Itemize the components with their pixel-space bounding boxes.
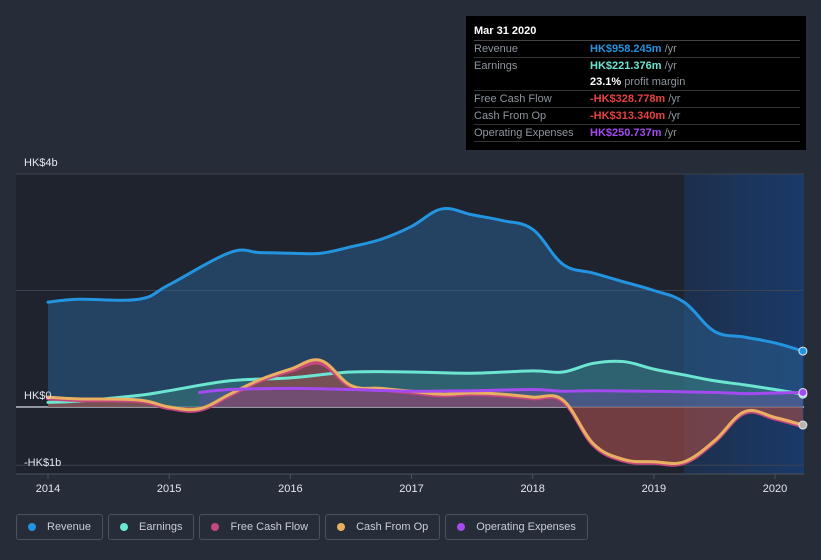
tooltip-row: Free Cash Flow -HK$328.778m/yr xyxy=(474,91,800,108)
tooltip-value: -HK$313.340m xyxy=(590,110,666,122)
y-tick-label: HK$0 xyxy=(24,390,52,402)
legend-item-operating-expenses[interactable]: Operating Expenses xyxy=(445,514,588,540)
x-tick-label: 2015 xyxy=(157,483,181,495)
x-tick-label: 2019 xyxy=(642,483,666,495)
legend-dot-icon xyxy=(211,523,220,531)
legend-item-revenue[interactable]: Revenue xyxy=(16,514,104,540)
tooltip-label: Operating Expenses xyxy=(474,127,574,139)
tooltip-label: Revenue xyxy=(474,43,519,55)
tooltip-row: Earnings HK$221.376m/yr xyxy=(474,58,800,74)
revenue-end-marker xyxy=(798,346,808,356)
tooltip-label: Earnings xyxy=(474,60,518,72)
y-tick-label: -HK$1b xyxy=(24,457,61,469)
tooltip-unit: /yr xyxy=(668,93,681,105)
legend-dot-icon xyxy=(28,523,36,531)
legend-label: Free Cash Flow xyxy=(230,521,309,533)
tooltip-unit: /yr xyxy=(664,127,677,139)
tooltip-value: HK$958.245m xyxy=(590,43,662,55)
legend-dot-icon xyxy=(337,523,346,531)
legend-item-cash-from-op[interactable]: Cash From Op xyxy=(325,514,441,540)
tooltip-label: Cash From Op xyxy=(474,110,547,122)
x-tick-label: 2014 xyxy=(36,483,60,495)
tooltip-row: Revenue HK$958.245m/yr xyxy=(474,41,800,58)
tooltip-unit: /yr xyxy=(668,110,681,122)
tooltip-value: HK$250.737m xyxy=(590,127,662,139)
tooltip-value: HK$221.376m xyxy=(590,60,662,72)
operating-expenses-end-marker xyxy=(798,387,808,397)
tooltip-panel: Mar 31 2020 Revenue HK$958.245m/yr Earning… xyxy=(466,16,806,150)
x-tick-label: 2020 xyxy=(763,483,787,495)
tooltip-value: -HK$328.778m xyxy=(590,93,666,105)
tooltip-row: Operating Expenses HK$250.737m/yr xyxy=(474,125,800,142)
legend-dot-icon xyxy=(120,523,129,531)
legend-item-free-cash-flow[interactable]: Free Cash Flow xyxy=(199,514,321,540)
x-tick-label: 2016 xyxy=(278,483,302,495)
tooltip-unit: /yr xyxy=(664,43,677,55)
tooltip-value: 23.1% xyxy=(590,76,622,88)
tooltip-date: Mar 31 2020 xyxy=(474,23,800,41)
tooltip-label: Free Cash Flow xyxy=(474,93,552,105)
legend-label: Earnings xyxy=(139,521,183,533)
chart-legend: Revenue Earnings Free Cash Flow Cash From O… xyxy=(16,514,588,540)
tooltip-row: Cash From Op -HK$313.340m/yr xyxy=(474,108,800,125)
legend-label: Revenue xyxy=(47,521,92,533)
legend-item-earnings[interactable]: Earnings xyxy=(108,514,195,540)
tooltip-row: 23.1% profit margin xyxy=(474,74,800,91)
legend-label: Operating Expenses xyxy=(476,521,576,533)
tooltip-unit: /yr xyxy=(664,60,677,72)
tooltip-label xyxy=(474,74,590,90)
cash-from-op-end-marker xyxy=(798,420,808,430)
y-tick-label: HK$4b xyxy=(24,157,58,169)
tooltip-unit: profit margin xyxy=(624,76,686,88)
x-tick-label: 2017 xyxy=(399,483,423,495)
legend-label: Cash From Op xyxy=(356,521,429,533)
legend-dot-icon xyxy=(457,523,466,531)
x-tick-label: 2018 xyxy=(520,483,544,495)
